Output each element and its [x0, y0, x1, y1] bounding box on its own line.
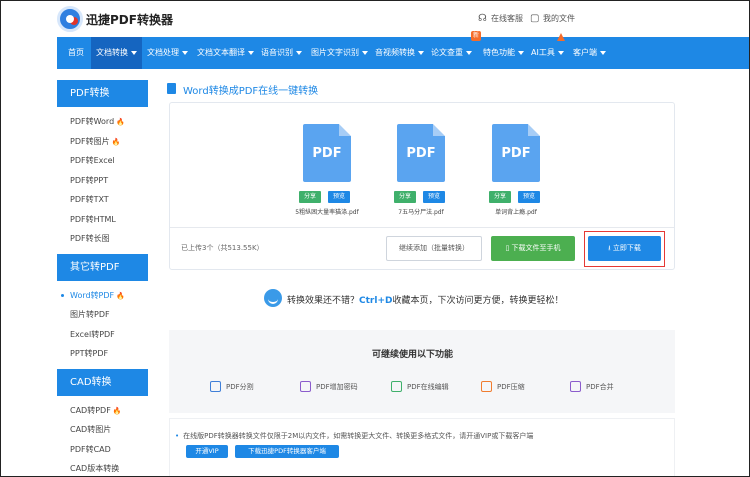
sidebar-item-pdf-to-txt[interactable]: PDF转TXT [70, 194, 109, 205]
nav-client[interactable]: 客户端 [573, 37, 606, 69]
share-button[interactable]: 分享 [299, 191, 321, 203]
sidebar-item-image-to-pdf[interactable]: 图片转PDF [70, 309, 110, 320]
sidebar-group-pdf-convert[interactable]: PDF转换 [57, 80, 148, 107]
lock-icon [300, 381, 311, 392]
brand-name[interactable]: 迅捷PDF转换器 [86, 11, 173, 28]
nav-translate[interactable]: 文档文本翻译 [197, 37, 254, 69]
chevron-down-icon [296, 50, 302, 55]
sidebar-item-word-to-pdf[interactable]: Word转PDF 🔥 [70, 290, 125, 301]
share-button[interactable]: 分享 [394, 191, 416, 203]
more-features-panel [169, 330, 675, 413]
sidebar-item-pdf-to-ppt[interactable]: PDF转PPT [70, 175, 108, 186]
download-client-button[interactable]: 下载迅捷PDF转换器客户端 [235, 445, 339, 458]
sidebar-item-pdf-to-long-image[interactable]: PDF转长图 [70, 233, 110, 244]
feature-pdf-compress[interactable]: PDF压缩 [481, 381, 525, 392]
download-now-button[interactable]: ⭳ 立即下载 [588, 236, 661, 261]
open-vip-button[interactable]: 开通VIP [186, 445, 228, 458]
chevron-down-icon [557, 50, 564, 55]
chevron-down-icon [600, 50, 606, 55]
smile-icon [264, 289, 282, 307]
nav-doc-convert[interactable]: 文档转换 [91, 37, 142, 69]
feature-pdf-merge[interactable]: PDF合并 [570, 381, 614, 392]
nav-doc-process[interactable]: 文档处理 [147, 37, 188, 69]
fire-icon: 🔥 [116, 292, 125, 300]
nav-ai-tools[interactable]: AI工具 [531, 33, 565, 69]
nav-speech[interactable]: 语音识别 [261, 37, 302, 69]
sidebar-item-excel-to-pdf[interactable]: Excel转PDF [70, 329, 115, 340]
file-name: 5粗纵困大量率猫涤.pdf [295, 209, 359, 216]
pdf-file-icon: PDF [303, 124, 351, 182]
feature-pdf-edit[interactable]: PDF在线编辑 [391, 381, 449, 392]
chevron-down-icon [131, 50, 137, 55]
bookmark-promo: 转换效果还不错？Ctrl+D收藏本页，下次访问更方便，转换更轻松！ [287, 296, 564, 306]
nav-plagiarism[interactable]: 论文查重新 [431, 31, 481, 69]
edit-icon [391, 381, 402, 392]
file-card[interactable]: PDF [390, 124, 452, 182]
nav-av-convert[interactable]: 音视频转换 [375, 37, 424, 69]
sidebar-item-ppt-to-pdf[interactable]: PPT转PDF [70, 348, 108, 359]
compress-icon [481, 381, 492, 392]
sidebar-item-cad-to-pdf[interactable]: CAD转PDF 🔥 [70, 405, 122, 416]
new-badge: 新 [471, 31, 481, 41]
sidebar-group-to-pdf[interactable]: 其它转PDF [57, 254, 148, 281]
sidebar-item-cad-to-image[interactable]: CAD转图片 [70, 424, 111, 435]
share-button[interactable]: 分享 [489, 191, 511, 203]
preview-button[interactable]: 预览 [423, 191, 445, 203]
fire-icon: 🔥 [112, 407, 122, 415]
hot-marker-icon [557, 33, 565, 41]
upload-status: 已上传3个（共513.55K） [181, 244, 264, 252]
pdf-file-icon: PDF [397, 124, 445, 182]
file-name: 7五马分尸法.pdf [398, 209, 444, 216]
document-icon [167, 83, 176, 94]
sidebar-item-cad-version[interactable]: CAD版本转换 [70, 463, 119, 474]
chevron-down-icon [362, 50, 368, 55]
preview-button[interactable]: 预览 [518, 191, 540, 203]
nav-home[interactable]: 首页 [57, 37, 95, 69]
chevron-down-icon [466, 50, 472, 55]
sidebar-item-pdf-to-word[interactable]: PDF转Word 🔥 [70, 116, 125, 127]
continue-add-button[interactable]: 继续添加（批量转换） [386, 236, 482, 261]
page-title: Word转换成PDF在线一键转换 [183, 86, 319, 97]
split-icon [210, 381, 221, 392]
chevron-down-icon [182, 50, 188, 55]
sidebar-item-pdf-to-image[interactable]: PDF转图片 🔥 [70, 136, 120, 147]
sidebar-item-pdf-to-excel[interactable]: PDF转Excel [70, 155, 115, 166]
divider [170, 227, 674, 228]
nav-features[interactable]: 特色功能 [483, 37, 524, 69]
file-name: 单词背上瘾.pdf [495, 209, 537, 216]
chevron-down-icon [248, 50, 254, 55]
preview-button[interactable]: 预览 [328, 191, 350, 203]
main-nav: 首页 文档转换 文档处理 文档文本翻译 语音识别 图片文字识别 音视频转换 论文… [57, 31, 750, 69]
file-card[interactable]: PDF [296, 124, 358, 182]
sidebar-item-pdf-to-html[interactable]: PDF转HTML [70, 214, 116, 225]
more-features-title: 可继续使用以下功能 [372, 350, 454, 360]
file-card[interactable]: PDF [485, 124, 547, 182]
customer-service-link[interactable]: ☊ 在线客服 [478, 13, 523, 24]
size-limit-notice: 在线版PDF转换器转换文件仅限于2M以内文件，如需转换更大文件、转换更多格式文件… [175, 431, 533, 441]
logo-icon[interactable] [57, 6, 83, 32]
feature-pdf-encrypt[interactable]: PDF增加密码 [300, 381, 358, 392]
file-icon: ▢ [530, 12, 540, 24]
sidebar-group-cad[interactable]: CAD转换 [57, 369, 148, 396]
nav-ocr[interactable]: 图片文字识别 [311, 37, 368, 69]
chevron-down-icon [518, 50, 524, 55]
merge-icon [570, 381, 581, 392]
pdf-file-icon: PDF [492, 124, 540, 182]
feature-pdf-split[interactable]: PDF分割 [210, 381, 254, 392]
headset-icon: ☊ [478, 12, 487, 24]
fire-icon: 🔥 [111, 138, 121, 146]
shortcut-highlight: Ctrl+D [359, 296, 393, 306]
download-to-phone-button[interactable]: ▯ 下载文件至手机 [491, 236, 575, 261]
active-bullet-icon [61, 294, 64, 297]
my-files-link[interactable]: ▢ 我的文件 [530, 13, 575, 24]
sidebar-item-pdf-to-cad[interactable]: PDF转CAD [70, 444, 111, 455]
chevron-down-icon [418, 50, 424, 55]
fire-icon: 🔥 [116, 118, 125, 126]
top-header: 迅捷PDF转换器 ☊ 在线客服 ▢ 我的文件 [0, 0, 750, 37]
